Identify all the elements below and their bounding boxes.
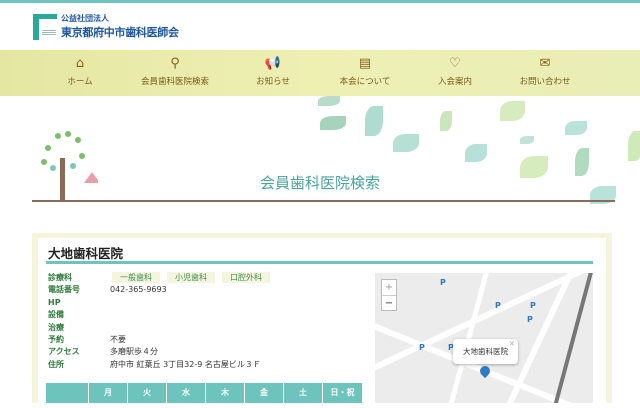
clinic-name: 大地歯科医院 (48, 246, 124, 261)
page-title: 会員歯科医院検索 (259, 174, 380, 192)
access-value: 多磨駅歩４分 (110, 347, 158, 357)
mail-icon: ✉ (539, 56, 551, 71)
nav-clinic-search[interactable]: ⚲ 会員歯科医院検索 (125, 55, 225, 87)
logo-subtitle: 公益社団法人 (61, 14, 109, 23)
home-icon: ⌂ (75, 56, 85, 71)
search-icon: ⚲ (170, 56, 180, 71)
logo-title: 東京都府中市歯科医師会 (61, 26, 179, 39)
nav-about[interactable]: ▤ 本会について (315, 55, 415, 87)
heart-icon: ♡ (449, 56, 461, 71)
zoom-in-button[interactable]: + (382, 280, 396, 295)
main-nav: ⌂ ホーム ⚲ 会員歯科医院検索 📢 お知らせ ▤ 本会について ♡ 入会案内 ✉ お問い合… (0, 50, 640, 96)
nav-membership[interactable]: ♡ 入会案内 (405, 55, 505, 87)
zoom-out-button[interactable]: − (382, 295, 396, 311)
map-popup: 大地歯科医院 × (453, 339, 518, 364)
clinic-name-underline (46, 261, 593, 264)
phone-value: 042-365-9693 (110, 285, 167, 295)
clinic-map[interactable]: PPPPPP + − 大地歯科医院 × (375, 273, 593, 403)
site-logo[interactable]: 公益社団法人 東京都府中市歯科医師会 (33, 13, 179, 40)
nav-news[interactable]: 📢 お知らせ (223, 55, 323, 87)
banner-divider (32, 200, 615, 202)
department-tag: 口腔外科 (222, 272, 270, 283)
hours-table-header: 月 火 水 木 金 土 日・祝 (46, 383, 363, 403)
popup-close-button[interactable]: × (509, 331, 515, 356)
megaphone-icon: 📢 (264, 56, 282, 71)
top-accent-bar (0, 0, 640, 3)
reservation-value: 不要 (110, 334, 126, 344)
department-tag: 小児歯科 (167, 272, 215, 283)
nav-home[interactable]: ⌂ ホーム (30, 55, 130, 87)
logo-mark-icon (33, 13, 57, 40)
clipboard-icon: ▤ (358, 56, 372, 71)
map-zoom-control: + − (381, 279, 397, 311)
nav-contact[interactable]: ✉ お問い合わせ (495, 55, 595, 87)
clinic-details: 診療科 一般歯科 小児歯科 口腔外科 電話番号 042-365-9693 HP 設備 治… (48, 272, 277, 371)
department-tag: 一般歯科 (112, 272, 160, 283)
address-value: 府中市 紅葉丘 3丁目32-9 名古屋ビル３Ｆ (110, 359, 261, 369)
